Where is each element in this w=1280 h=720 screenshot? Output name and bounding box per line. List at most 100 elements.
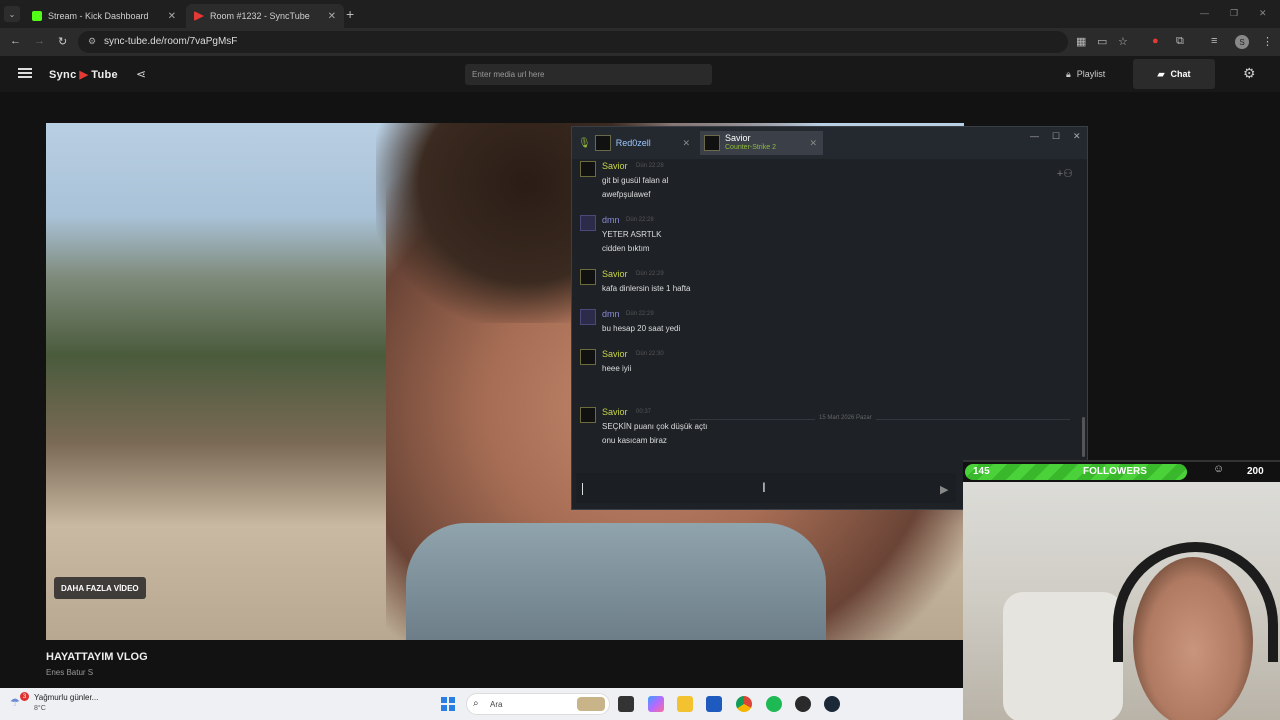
chat-tab-name: Savior: [725, 133, 751, 143]
followers-goal: 200: [1247, 466, 1264, 477]
webcam-chair: [1003, 592, 1123, 720]
message-line: git bi gusül falan al: [602, 176, 669, 185]
media-url-input[interactable]: [465, 64, 712, 85]
message-time: Dün 22:30: [636, 351, 664, 357]
spotify-icon[interactable]: [766, 696, 782, 712]
file-explorer-icon[interactable]: [677, 696, 693, 712]
tab-search-button[interactable]: ⌄: [4, 6, 20, 22]
play-logo-icon: ▶: [79, 69, 89, 81]
menu-icon[interactable]: [18, 68, 32, 78]
new-tab-button[interactable]: +: [346, 6, 354, 22]
avatar: [580, 161, 596, 177]
browser-menu-icon[interactable]: ⋮: [1262, 35, 1273, 48]
chat-scrollbar[interactable]: [1082, 417, 1085, 457]
message-author[interactable]: Savior: [602, 161, 628, 171]
text-caret: [582, 483, 583, 495]
message-line: awefpşulawef: [602, 190, 651, 199]
minimize-icon[interactable]: —: [1200, 8, 1209, 18]
share-icon[interactable]: ⋖: [136, 67, 146, 81]
profile-avatar[interactable]: S: [1235, 35, 1249, 49]
microphone-icon: 🎙︎: [578, 137, 591, 149]
message-line: onu kasıcam biraz: [602, 436, 667, 445]
browser-toolbar: ← → ↻ ⚙ sync-tube.de/room/7vaPgMsF ▦ ▭ ☆…: [0, 28, 1280, 56]
search-icon: ⌕: [473, 698, 479, 709]
tab-kick-dashboard[interactable]: Stream - Kick Dashboard ✕: [24, 4, 184, 28]
message-author[interactable]: Savior: [602, 349, 628, 359]
microsoft-store-icon[interactable]: [706, 696, 722, 712]
minimize-icon[interactable]: —: [1030, 131, 1039, 141]
close-chat-tab-icon[interactable]: ✕: [682, 138, 690, 149]
tab-synctube-room[interactable]: Room #1232 - SyncTube ✕: [186, 4, 344, 28]
bookmark-star-icon[interactable]: ☆: [1118, 35, 1128, 48]
taskbar-search[interactable]: ⌕ Ara: [466, 693, 610, 715]
add-friend-icon[interactable]: +⚇: [1057, 167, 1073, 180]
chat-tab-game: Counter-Strike 2: [725, 144, 776, 151]
settings-gear-icon[interactable]: ⚙: [1243, 65, 1256, 82]
task-view-icon[interactable]: [618, 696, 634, 712]
tab-label: Room #1232 - SyncTube: [210, 11, 310, 21]
message-time: 00:37: [636, 409, 652, 415]
message-author[interactable]: Savior: [602, 269, 628, 279]
weather-icon[interactable]: ☂: [10, 696, 20, 709]
message-time: Dün 22:28: [626, 217, 654, 223]
extension-icon[interactable]: ●: [1152, 35, 1159, 47]
message-author[interactable]: dmn: [602, 215, 620, 225]
message-author[interactable]: Savior: [602, 407, 628, 417]
close-chat-tab-icon[interactable]: ✕: [809, 138, 817, 149]
close-window-icon[interactable]: ✕: [1259, 8, 1267, 19]
message-time: Dün 22:28: [636, 163, 664, 169]
obs-icon[interactable]: [795, 696, 811, 712]
chat-tab-savior[interactable]: Savior Counter-Strike 2 ✕: [700, 131, 823, 155]
browser-tab-bar: ⌄ Stream - Kick Dashboard ✕ Room #1232 -…: [0, 0, 1280, 28]
weather-text[interactable]: Yağmurlu günler...: [34, 693, 98, 702]
more-videos-button[interactable]: DAHA FAZLA VİDEO: [54, 577, 146, 599]
close-tab-icon[interactable]: ✕: [328, 11, 336, 22]
forward-icon[interactable]: →: [34, 35, 45, 47]
extensions-puzzle-icon[interactable]: ⧉: [1176, 35, 1184, 48]
avatar: [580, 407, 596, 423]
media-queue-icon[interactable]: ≡: [1211, 35, 1217, 47]
lock-icon: 🔒︎: [1066, 68, 1071, 79]
chat-tab-red0zell[interactable]: 🎙︎ Red0zell ✕: [576, 131, 696, 155]
reload-icon[interactable]: ↻: [58, 35, 67, 48]
maximize-icon[interactable]: ☐: [1052, 131, 1060, 142]
logo-text-left: Sync: [49, 69, 77, 81]
avatar: [580, 309, 596, 325]
video-author: Enes Batur S: [46, 668, 94, 677]
copilot-icon[interactable]: [648, 696, 664, 712]
windows-taskbar: ☂ 3 Yağmurlu günler... 8°C ⌕ Ara: [0, 688, 963, 720]
message-line: SEÇKİN puanı çok düşük açtı: [602, 422, 708, 431]
translate-icon[interactable]: ▦: [1076, 35, 1086, 48]
close-window-icon[interactable]: ✕: [1073, 131, 1081, 142]
video-title: HAYATTAYIM VLOG: [46, 651, 148, 663]
maximize-icon[interactable]: ❐: [1230, 8, 1238, 19]
headphones-icon: [1113, 542, 1278, 662]
logo-text-right: Tube: [91, 69, 118, 81]
message-time: Dün 22:29: [626, 311, 654, 317]
url-text[interactable]: sync-tube.de/room/7vaPgMsF: [104, 36, 237, 47]
webcam-overlay: [963, 482, 1280, 720]
message-line: bu hesap 20 saat yedi: [602, 324, 681, 333]
message-author[interactable]: dmn: [602, 309, 620, 319]
chrome-icon[interactable]: [736, 696, 752, 712]
back-icon[interactable]: ←: [10, 35, 21, 47]
followers-progress-fill: [965, 464, 1187, 480]
steam-chat-tabs: 🎙︎ Red0zell ✕ Savior Counter-Strike 2 ✕ …: [572, 127, 1087, 159]
send-icon[interactable]: ▶: [940, 483, 948, 496]
site-info-icon[interactable]: ⚙: [88, 36, 96, 47]
playlist-label: Playlist: [1076, 69, 1106, 79]
message-time: Dün 22:29: [636, 271, 664, 277]
chat-message-input[interactable]: I: [576, 473, 956, 503]
date-separator: 15 Mart 2026 Pazar: [690, 415, 1070, 421]
playlist-button[interactable]: 🔒︎ Playlist: [1058, 62, 1113, 86]
steam-icon[interactable]: [824, 696, 840, 712]
followers-label: FOLLOWERS: [1083, 466, 1147, 477]
synctube-logo[interactable]: Sync ▶ Tube: [49, 68, 118, 81]
windows-start-icon[interactable]: [441, 697, 455, 711]
synctube-header: Sync▶Tube ⋖ 🔒︎ Playlist ▰ Chat ⚙: [0, 56, 1280, 92]
close-tab-icon[interactable]: ✕: [168, 11, 176, 22]
address-bar[interactable]: ⚙ sync-tube.de/room/7vaPgMsF: [78, 31, 1068, 53]
taskbar-search-label: Ara: [490, 700, 503, 709]
chat-button[interactable]: ▰ Chat: [1133, 59, 1215, 89]
cast-icon[interactable]: ▭: [1097, 35, 1107, 48]
